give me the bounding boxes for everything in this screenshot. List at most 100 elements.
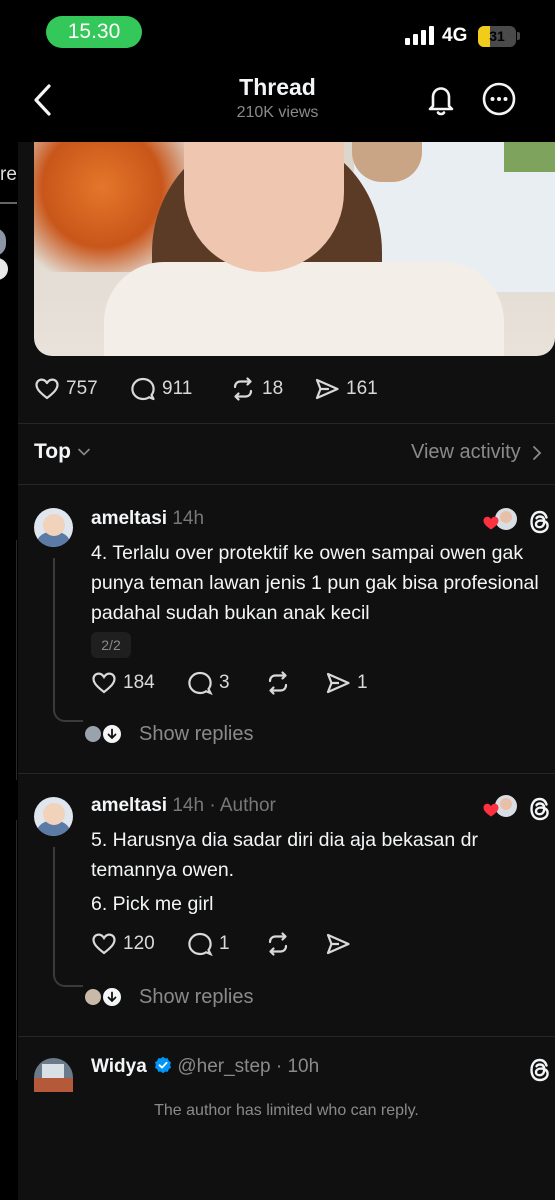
divider xyxy=(18,484,555,485)
repost-button[interactable] xyxy=(265,668,325,698)
repost-button[interactable]: 18 xyxy=(230,374,314,404)
status-time[interactable]: 15.30 xyxy=(46,16,142,48)
reply-count: 3 xyxy=(219,672,230,693)
signal-icon xyxy=(405,26,434,45)
like-button[interactable]: 757 xyxy=(34,374,130,404)
thread-line xyxy=(53,558,55,708)
reply-time: · 10h xyxy=(275,1056,320,1077)
reply-time: 14h xyxy=(172,795,205,816)
repost-icon xyxy=(268,671,288,695)
post-photo[interactable] xyxy=(34,142,555,356)
heart-icon xyxy=(92,672,116,694)
like-count: 757 xyxy=(66,378,98,399)
reply-author[interactable]: ameltasi 14h xyxy=(91,508,204,530)
background-follow-icon xyxy=(0,258,8,280)
send-icon xyxy=(326,933,350,955)
divider xyxy=(18,773,555,774)
reply-text: 4. Terlalu over protektif ke owen sampai… xyxy=(91,542,539,624)
battery-percent: 31 xyxy=(489,28,505,44)
photo-sweater xyxy=(104,262,504,356)
repost-button[interactable] xyxy=(265,929,325,959)
battery-tip xyxy=(517,32,520,40)
heart-filled-icon xyxy=(483,803,499,817)
network-label: 4G xyxy=(442,25,468,46)
thread-count-badge: 2/2 xyxy=(91,632,131,658)
show-replies-label: Show replies xyxy=(139,985,254,1008)
user-handle: @her_step xyxy=(177,1056,271,1077)
chevron-down-icon xyxy=(78,448,90,456)
username: ameltasi xyxy=(91,508,168,529)
sort-label: Top xyxy=(34,440,71,463)
threads-logo-icon[interactable] xyxy=(526,1056,554,1084)
share-count: 161 xyxy=(346,378,378,399)
show-replies-link[interactable]: Show replies xyxy=(83,985,254,1009)
thread-line-curve xyxy=(53,973,83,987)
background-divider xyxy=(16,820,17,1080)
thread-line xyxy=(53,847,55,973)
share-button[interactable]: 161 xyxy=(314,374,404,404)
view-count: 210K views xyxy=(236,104,319,121)
reply-avatars xyxy=(83,722,131,746)
background-page-label: re xyxy=(0,164,17,185)
share-button[interactable] xyxy=(325,929,385,959)
arrow-down-icon xyxy=(107,728,117,740)
threads-logo-icon[interactable] xyxy=(526,508,554,536)
thread-line-curve xyxy=(53,708,83,722)
like-button[interactable]: 120 xyxy=(91,929,187,959)
view-activity-link[interactable]: View activity xyxy=(411,441,543,464)
reply-count: 1 xyxy=(219,933,230,954)
reply-count: 911 xyxy=(162,378,193,399)
status-bar: 15.30 4G 31 xyxy=(0,0,555,64)
divider xyxy=(18,1036,555,1037)
like-button[interactable]: 184 xyxy=(91,668,187,698)
author-tag: · Author xyxy=(209,795,276,816)
heart-icon xyxy=(92,933,116,955)
chevron-right-icon xyxy=(532,445,541,460)
more-icon[interactable] xyxy=(481,81,517,117)
reply-actions: 184 3 1 xyxy=(91,668,385,698)
reply-author[interactable]: Widya @her_step · 10h xyxy=(91,1056,319,1078)
reply-time: 14h xyxy=(172,508,205,529)
post-actions: 757 911 18 161 xyxy=(34,374,404,404)
thread-sheet: 757 911 18 161 Top View activity ameltas… xyxy=(18,142,555,1200)
repost-count: 18 xyxy=(262,378,284,399)
divider xyxy=(18,423,555,424)
battery-icon: 31 xyxy=(478,26,516,47)
bell-icon[interactable] xyxy=(424,82,458,118)
like-count: 184 xyxy=(123,672,155,693)
reply-avatars xyxy=(83,985,131,1009)
reply-author[interactable]: ameltasi 14h · Author xyxy=(91,795,276,817)
repost-icon xyxy=(268,932,288,956)
threads-logo-icon[interactable] xyxy=(526,795,554,823)
show-replies-label: Show replies xyxy=(139,722,254,745)
heart-filled-icon xyxy=(483,516,499,530)
repost-icon xyxy=(233,377,253,401)
send-icon xyxy=(315,378,339,400)
sort-dropdown[interactable]: Top xyxy=(34,440,91,464)
arrow-down-icon xyxy=(107,991,117,1003)
show-replies-link[interactable]: Show replies xyxy=(83,722,254,746)
avatar[interactable] xyxy=(34,797,73,836)
avatar[interactable] xyxy=(34,1058,73,1092)
limited-replies-notice: The author has limited who can reply. xyxy=(154,1102,419,1119)
author-liked-indicator xyxy=(483,508,519,532)
reply-button[interactable]: 3 xyxy=(187,668,265,698)
reply-button[interactable]: 911 xyxy=(130,374,230,404)
comment-icon xyxy=(188,671,213,696)
comment-icon xyxy=(188,932,213,957)
avatar[interactable] xyxy=(34,508,73,547)
background-divider xyxy=(16,540,17,780)
verified-badge-icon xyxy=(155,1056,172,1074)
photo-foliage xyxy=(504,142,555,172)
like-count: 120 xyxy=(123,933,155,954)
view-activity-label: View activity xyxy=(411,441,521,463)
heart-icon xyxy=(35,378,59,400)
comment-icon xyxy=(131,377,155,401)
author-liked-indicator xyxy=(483,795,519,819)
reply-actions: 120 1 xyxy=(91,929,385,959)
background-avatar xyxy=(0,228,6,256)
share-button[interactable]: 1 xyxy=(325,668,385,698)
reply-button[interactable]: 1 xyxy=(187,929,265,959)
send-icon xyxy=(326,672,350,694)
thread-header: Thread 210K views xyxy=(0,64,555,142)
